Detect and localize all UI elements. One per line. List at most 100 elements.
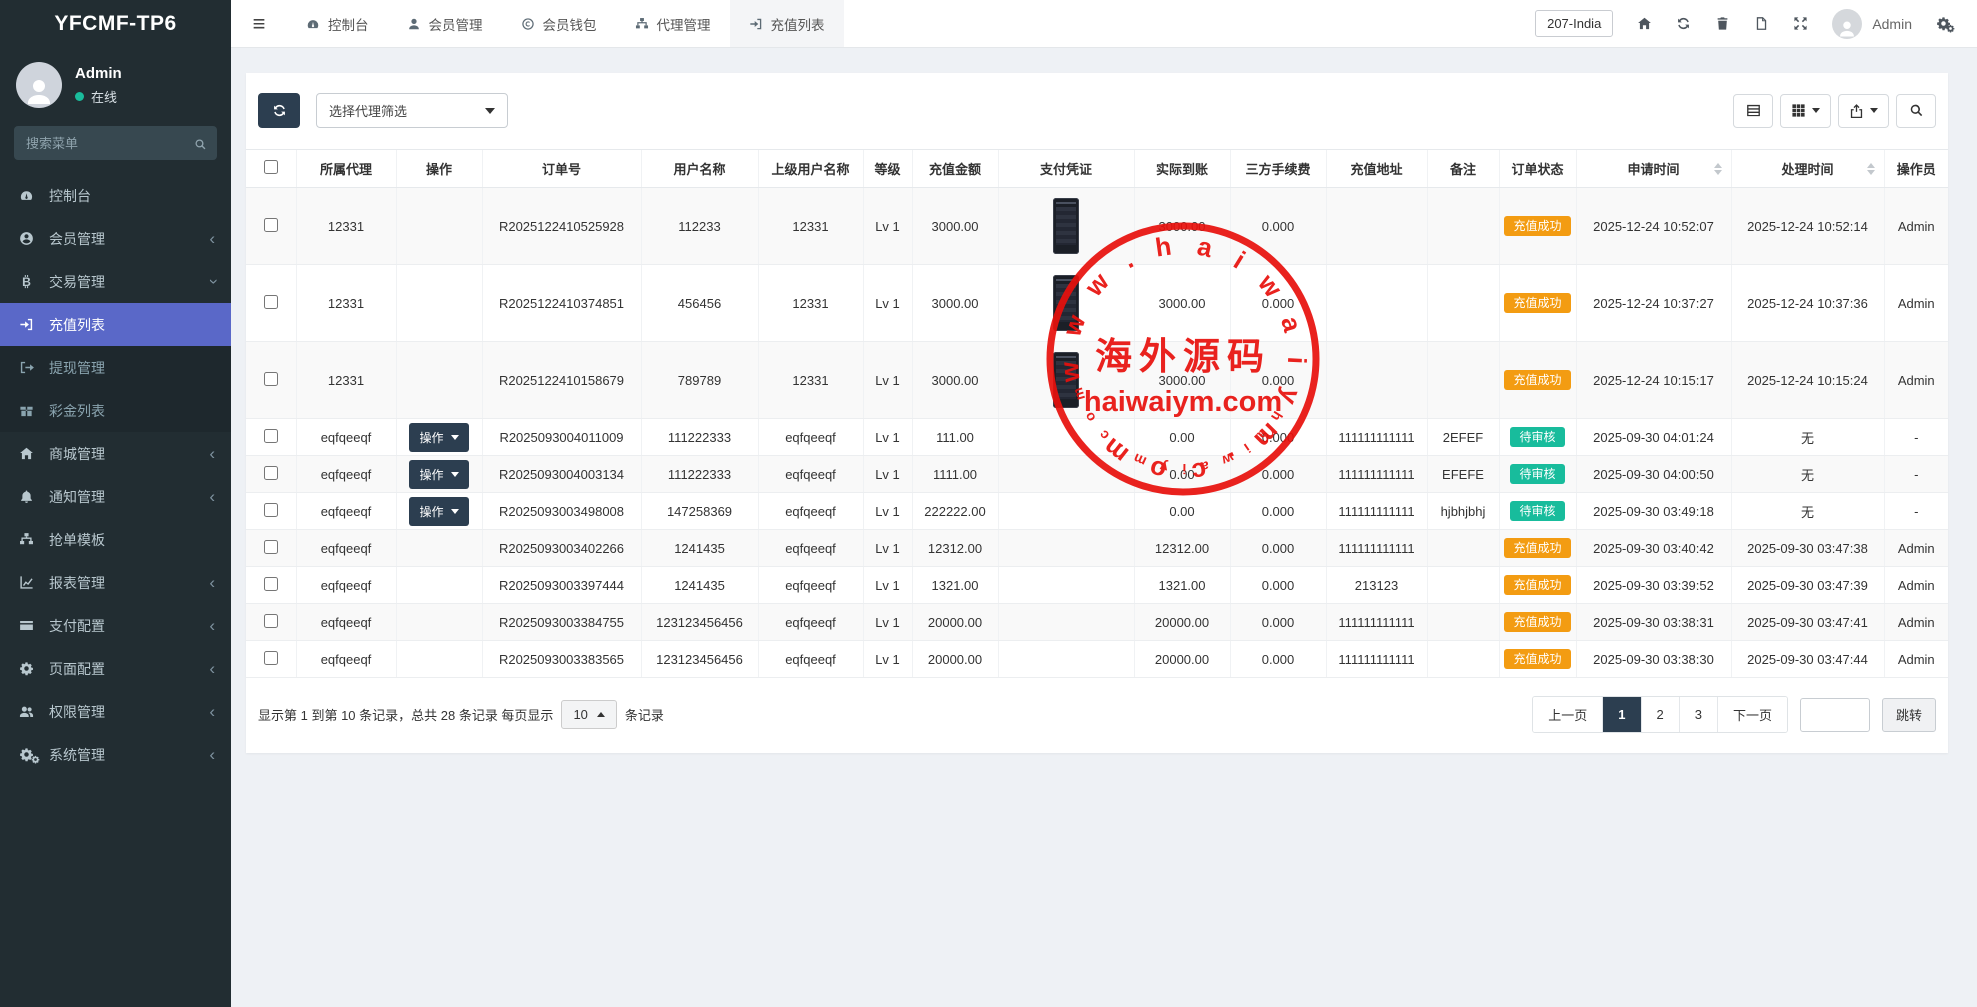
toggle-view-button[interactable] (1733, 94, 1773, 128)
cell-parent-username: eqfqeeqf (758, 604, 863, 641)
next-page-button[interactable]: 下一页 (1717, 697, 1787, 732)
prev-page-button[interactable]: 上一页 (1533, 697, 1602, 732)
tab-member-wallet[interactable]: 会员钱包 (502, 0, 616, 47)
cell-apply-time: 2025-12-24 10:52:07 (1576, 188, 1731, 265)
row-select-checkbox[interactable] (264, 429, 278, 443)
sidebar-item-mall[interactable]: 商城管理‹ (0, 432, 231, 475)
cell-address: 111111111111 (1326, 530, 1427, 567)
jump-page-input[interactable] (1800, 698, 1870, 732)
cell-process-time: 2025-09-30 03:47:39 (1731, 567, 1884, 604)
hamburger-menu-icon[interactable]: ≡ (231, 0, 287, 47)
table-row: 12331R202512241052592811223312331Lv 1300… (246, 188, 1948, 265)
cogs-icon[interactable] (1936, 16, 1951, 31)
refresh-icon[interactable] (1676, 16, 1691, 31)
payment-voucher-image[interactable] (1053, 275, 1079, 331)
report-icon (16, 575, 36, 590)
cell-voucher (998, 641, 1134, 678)
row-select-checkbox[interactable] (264, 651, 278, 665)
cell-order-no: R2025093003397444 (482, 567, 641, 604)
menu-search-input[interactable] (14, 126, 217, 160)
sidebar-item-recharge-list[interactable]: 充值列表 (0, 303, 231, 346)
row-select-checkbox[interactable] (264, 577, 278, 591)
cell-address: 111111111111 (1326, 419, 1427, 456)
sidebar-item-trade[interactable]: 交易管理‹ (0, 260, 231, 303)
tab-dashboard[interactable]: 控制台 (287, 0, 388, 47)
trash-icon[interactable] (1715, 16, 1730, 31)
row-action-dropdown[interactable]: 操作 (409, 460, 468, 489)
sidebar: YFCMF-TP6 Admin 在线 控制台 会员管理‹ 交易管理‹ 充值列表 … (0, 0, 231, 1007)
row-select-checkbox[interactable] (264, 295, 278, 309)
caret-down-icon (451, 472, 459, 477)
caret-up-icon (597, 712, 605, 717)
header-address: 充值地址 (1326, 150, 1427, 188)
select-all-checkbox[interactable] (264, 160, 278, 174)
tab-agents[interactable]: 代理管理 (616, 0, 730, 47)
row-select-checkbox[interactable] (264, 503, 278, 517)
cell-voucher (998, 530, 1134, 567)
topbar-actions: 207-India Admin (1535, 0, 1977, 47)
bitcoin-icon (16, 274, 36, 289)
search-button[interactable] (1896, 94, 1936, 128)
cell-agent: eqfqeeqf (296, 641, 396, 678)
sidebar-item-notice[interactable]: 通知管理‹ (0, 475, 231, 518)
payment-voucher-image[interactable] (1053, 198, 1079, 254)
refresh-button[interactable] (258, 93, 300, 128)
cell-actual: 3000.00 (1134, 265, 1230, 342)
cell-operator: - (1884, 456, 1948, 493)
sidebar-item-dashboard[interactable]: 控制台 (0, 174, 231, 217)
columns-button[interactable] (1780, 94, 1831, 128)
header-remark: 备注 (1427, 150, 1499, 188)
chevron-left-icon: ‹ (209, 617, 215, 634)
cell-actual: 12312.00 (1134, 530, 1230, 567)
row-select-checkbox[interactable] (264, 540, 278, 554)
toggle-view-icon (1746, 103, 1761, 118)
export-button[interactable] (1838, 94, 1889, 128)
cell-order-no: R2025093003402266 (482, 530, 641, 567)
withdraw-icon (16, 360, 36, 375)
row-select-checkbox[interactable] (264, 372, 278, 386)
row-select-checkbox[interactable] (264, 218, 278, 232)
gear-icon (16, 661, 36, 676)
sidebar-item-withdraw[interactable]: 提现管理 (0, 346, 231, 389)
page-button-2[interactable]: 2 (1641, 697, 1679, 732)
sidebar-item-reports[interactable]: 报表管理‹ (0, 561, 231, 604)
fullscreen-icon[interactable] (1793, 16, 1808, 31)
sidebar-item-payment-config[interactable]: 支付配置‹ (0, 604, 231, 647)
row-select-checkbox[interactable] (264, 466, 278, 480)
page-size-select[interactable]: 10 (561, 700, 616, 729)
row-select-checkbox[interactable] (264, 614, 278, 628)
sidebar-item-system[interactable]: 系统管理‹ (0, 733, 231, 776)
agent-filter-value: 选择代理筛选 (329, 101, 407, 120)
sidebar-item-grab-template[interactable]: 抢单模板 (0, 518, 231, 561)
page-button-1[interactable]: 1 (1602, 697, 1640, 732)
cell-operator: Admin (1884, 641, 1948, 678)
sidebar-item-page-config[interactable]: 页面配置‹ (0, 647, 231, 690)
header-apply-time[interactable]: 申请时间 (1576, 150, 1731, 188)
row-action-dropdown[interactable]: 操作 (409, 497, 468, 526)
row-action-dropdown[interactable]: 操作 (409, 423, 468, 452)
topbar-user[interactable]: Admin (1832, 9, 1912, 39)
page-button-3[interactable]: 3 (1679, 697, 1717, 732)
export-icon (1849, 103, 1864, 118)
tab-members[interactable]: 会员管理 (388, 0, 502, 47)
payment-voucher-image[interactable] (1053, 352, 1079, 408)
sort-icon (1714, 163, 1722, 175)
cell-address: 111111111111 (1326, 641, 1427, 678)
clear-cache-icon[interactable] (1754, 16, 1769, 31)
jump-button[interactable]: 跳转 (1882, 698, 1936, 732)
agent-filter-select[interactable]: 选择代理筛选 (316, 93, 508, 128)
cell-username: 1241435 (641, 567, 758, 604)
cell-level: Lv 1 (863, 493, 912, 530)
cell-select (246, 456, 296, 493)
region-button[interactable]: 207-India (1535, 10, 1613, 37)
sidebar-item-members[interactable]: 会员管理‹ (0, 217, 231, 260)
online-status-label: 在线 (91, 87, 117, 106)
tab-recharge-list[interactable]: 充值列表 (730, 0, 844, 47)
cell-select (246, 493, 296, 530)
sidebar-item-permissions[interactable]: 权限管理‹ (0, 690, 231, 733)
cell-select (246, 604, 296, 641)
home-icon[interactable] (1637, 16, 1652, 31)
cell-address (1326, 265, 1427, 342)
header-process-time[interactable]: 处理时间 (1731, 150, 1884, 188)
sidebar-item-bonus[interactable]: 彩金列表 (0, 389, 231, 432)
